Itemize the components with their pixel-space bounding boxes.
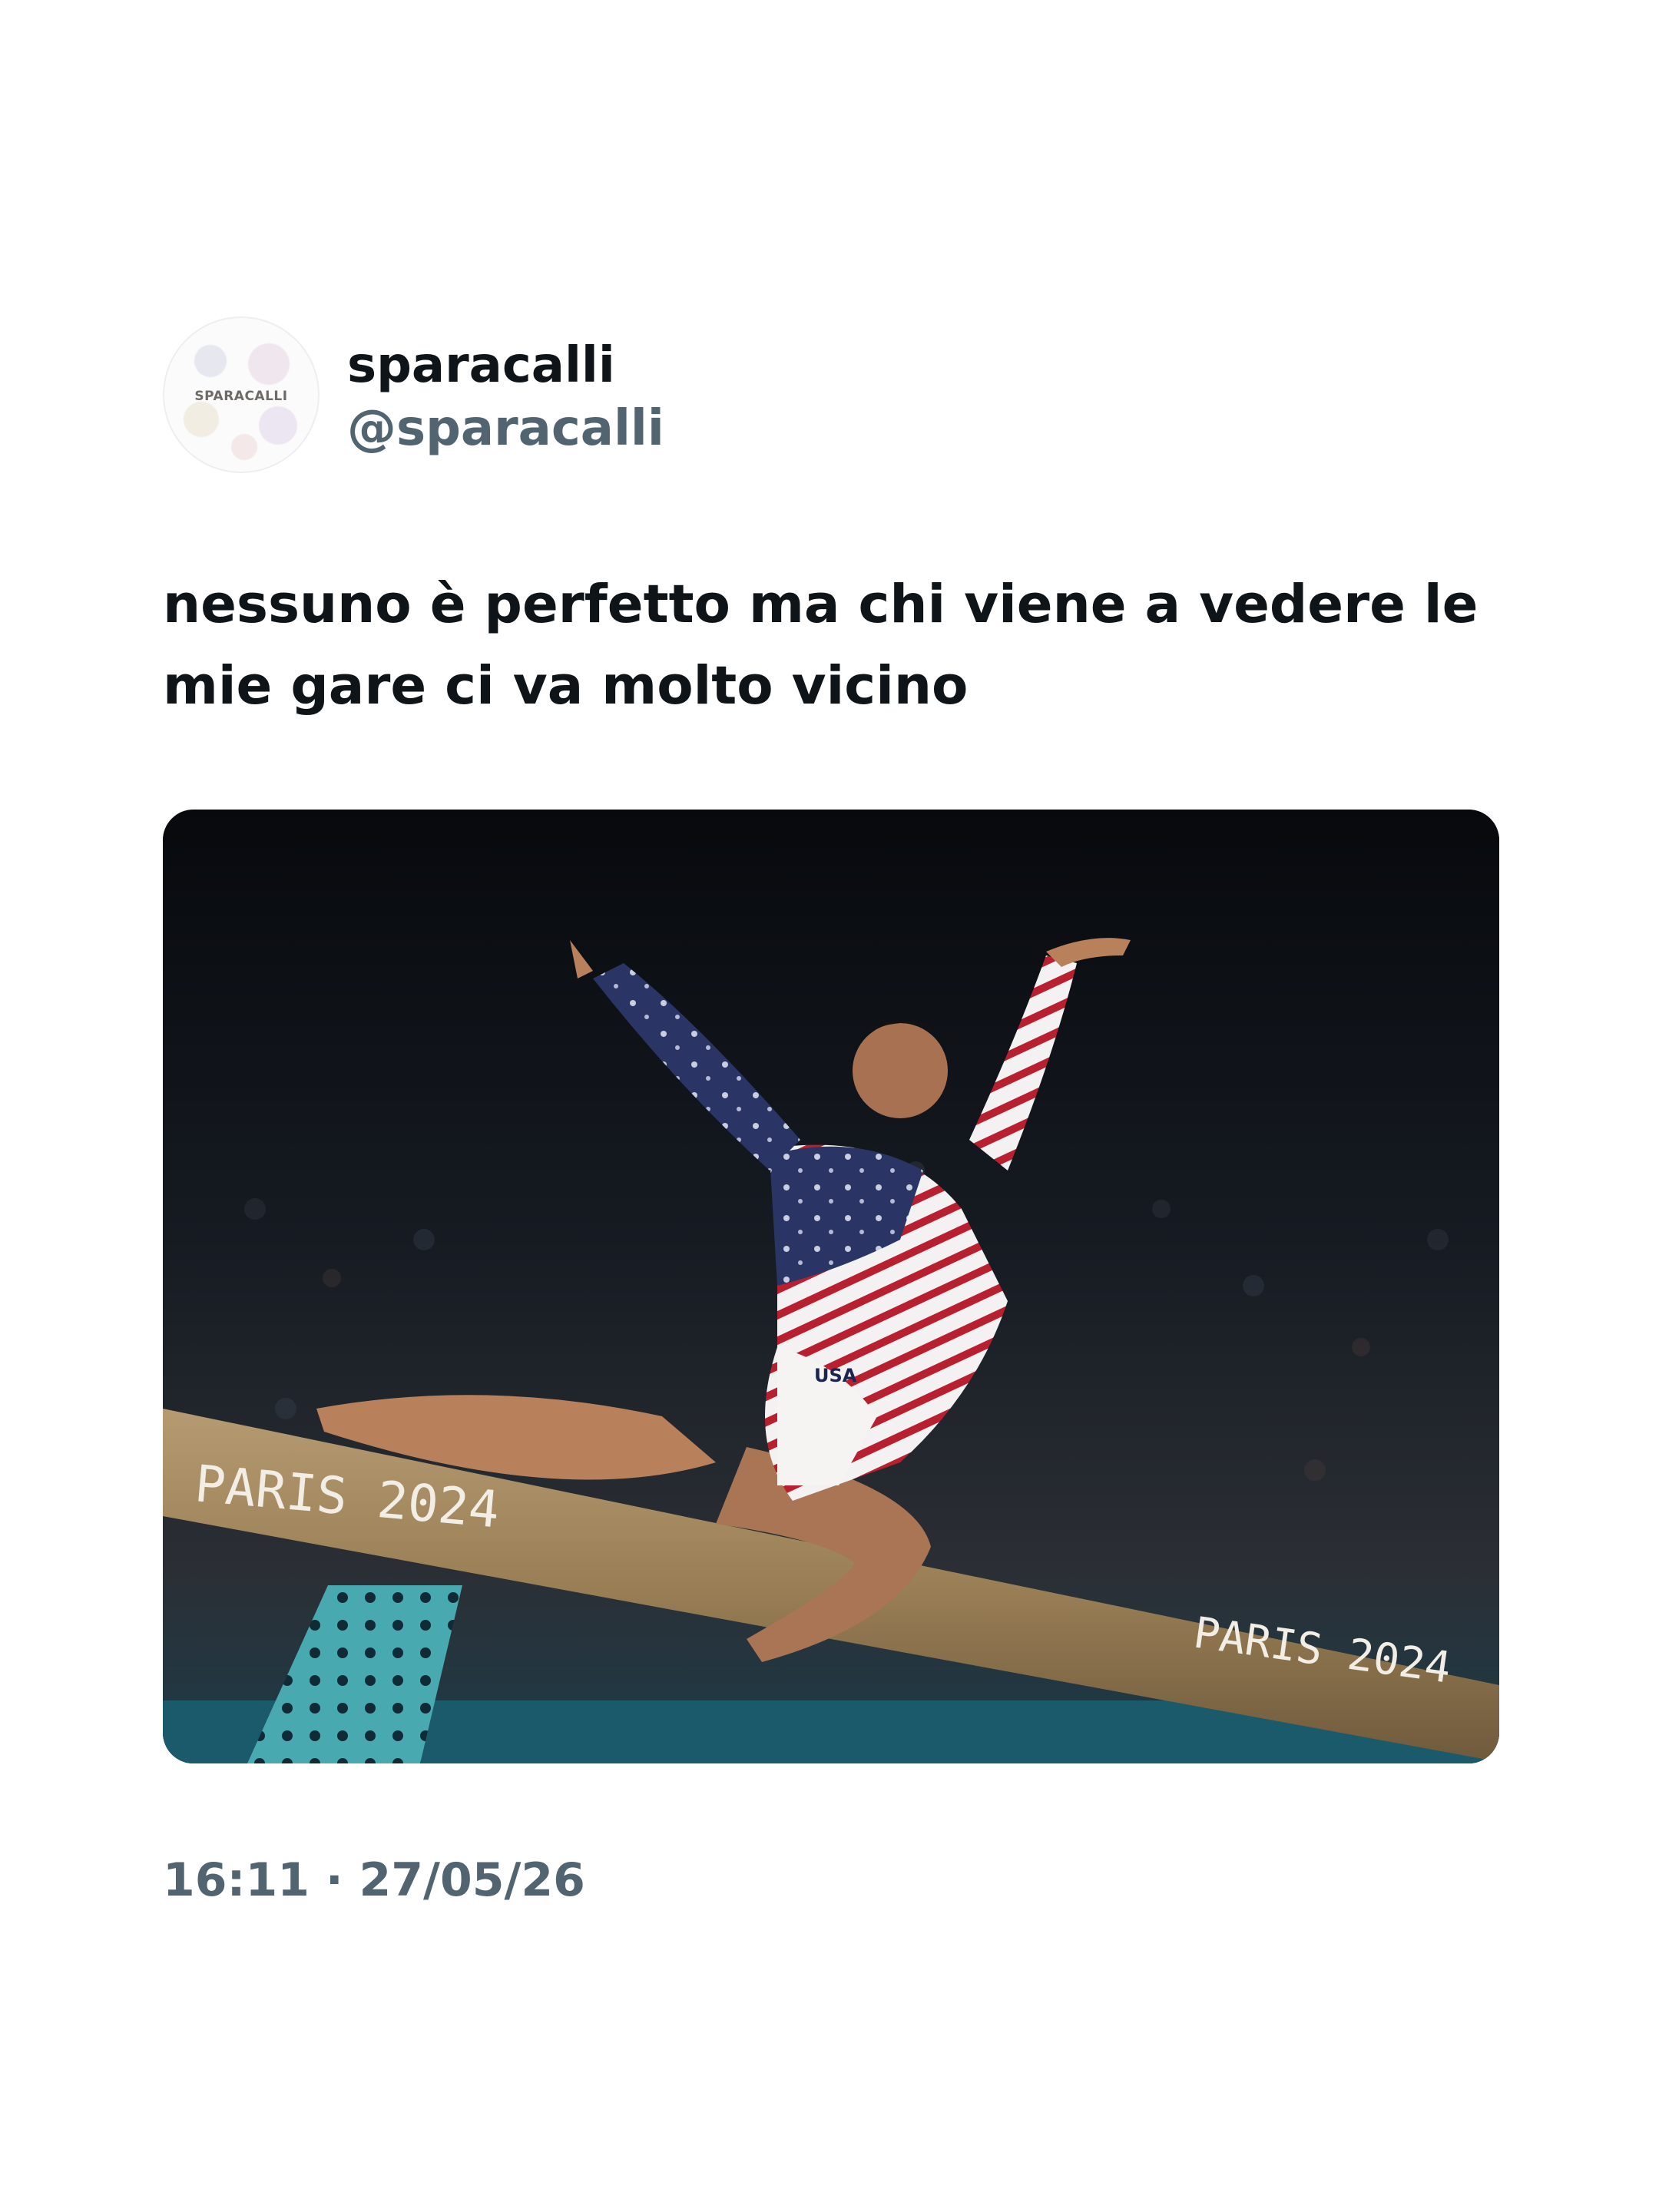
suit-text: USA (814, 1365, 857, 1386)
tweet-timestamp[interactable]: 16:11 · 27/05/26 (163, 1849, 585, 1911)
display-name[interactable]: sparacalli (347, 335, 615, 396)
gymnastics-photo: PARIS 2024 PARIS 2024 USA (163, 810, 1499, 1763)
avatar-logo-text: SPARACALLI (194, 389, 288, 404)
user-handle[interactable]: @sparacalli (347, 398, 664, 459)
avatar[interactable]: SPARACALLI (163, 316, 320, 473)
tweet-text: nessuno è perfetto ma chi viene a vedere… (163, 574, 1479, 717)
tweet-media-image[interactable]: PARIS 2024 PARIS 2024 USA (163, 810, 1499, 1763)
